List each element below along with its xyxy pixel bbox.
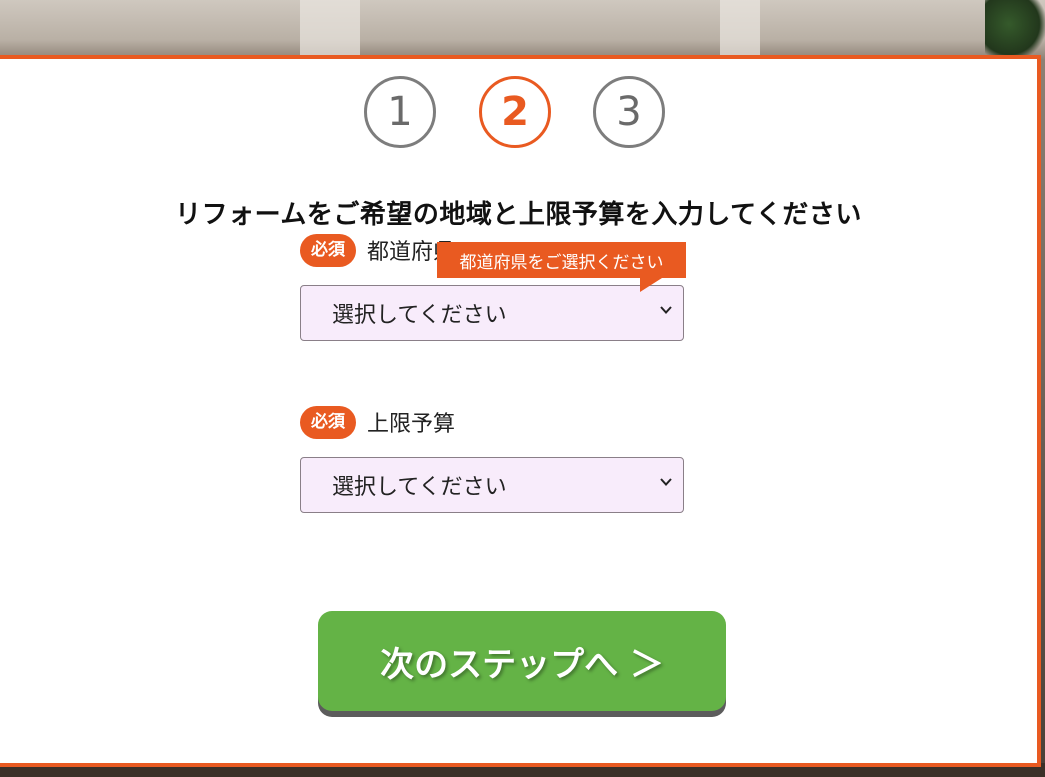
background-window bbox=[300, 0, 360, 60]
prefecture-select[interactable]: 選択してください bbox=[300, 285, 684, 341]
page-title: リフォームをご希望の地域と上限予算を入力してください bbox=[175, 200, 862, 230]
budget-select-value: 選択してください bbox=[332, 475, 507, 500]
tooltip-tail bbox=[640, 278, 662, 292]
required-badge: 必須 bbox=[300, 233, 356, 267]
prefecture-select-value: 選択してください bbox=[332, 303, 507, 328]
chevron-down-icon bbox=[660, 306, 672, 314]
required-badge: 必須 bbox=[300, 405, 356, 439]
budget-label: 上限予算 bbox=[367, 412, 456, 437]
next-step-button-label: 次のステップへ ＞ bbox=[380, 644, 664, 685]
budget-field: 必須 上限予算 選択してください bbox=[300, 405, 684, 513]
background-window bbox=[720, 0, 760, 60]
step-3-circle: 3 bbox=[593, 76, 665, 148]
tooltip-text: 都道府県をご選択ください bbox=[459, 252, 664, 273]
chevron-down-icon bbox=[660, 478, 672, 486]
next-step-button[interactable]: 次のステップへ ＞ bbox=[318, 611, 726, 711]
budget-select[interactable]: 選択してください bbox=[300, 457, 684, 513]
budget-label-row: 必須 上限予算 bbox=[300, 405, 684, 439]
background-plant bbox=[985, 0, 1045, 60]
step-indicator: 1 2 3 bbox=[362, 76, 672, 156]
prefecture-tooltip: 都道府県をご選択ください bbox=[437, 242, 686, 292]
step-2-circle-active: 2 bbox=[479, 76, 551, 148]
step-1-circle: 1 bbox=[364, 76, 436, 148]
